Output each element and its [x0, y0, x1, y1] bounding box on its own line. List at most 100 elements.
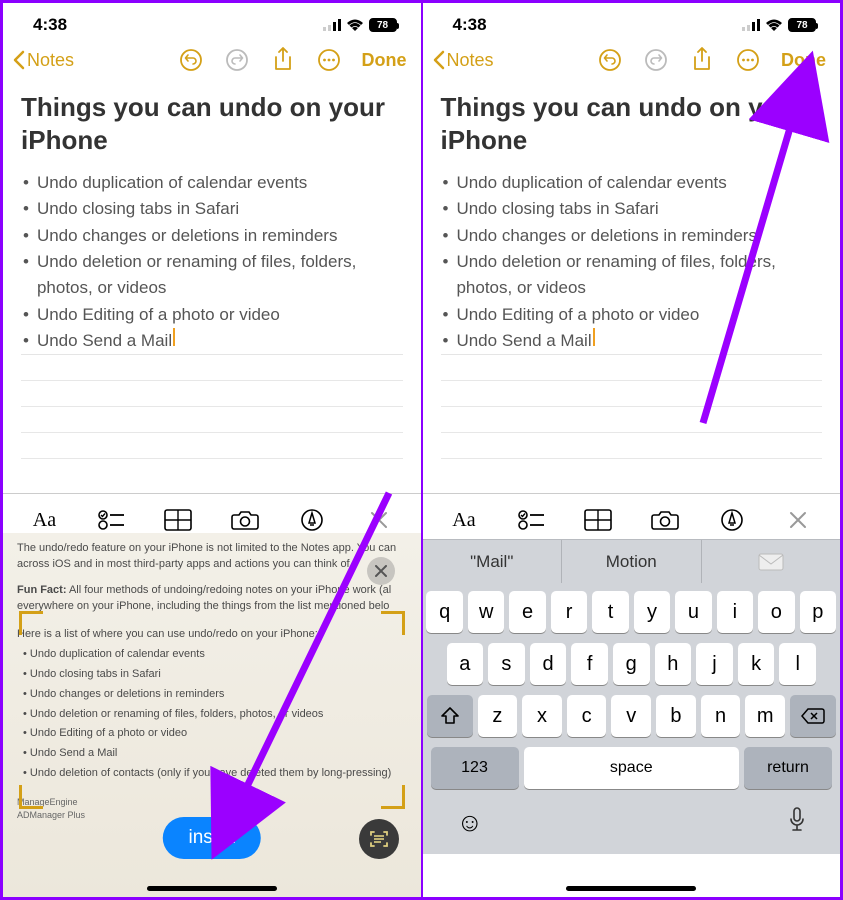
ruled-line[interactable]: [21, 407, 403, 433]
home-indicator[interactable]: [147, 886, 277, 891]
key-m[interactable]: m: [745, 695, 785, 737]
emoji-key[interactable]: ☺: [457, 807, 484, 838]
ruled-line[interactable]: [441, 433, 823, 459]
key-k[interactable]: k: [738, 643, 775, 685]
close-scan-button[interactable]: [367, 557, 395, 585]
ruled-line[interactable]: [21, 381, 403, 407]
bullet-item[interactable]: Undo changes or deletions in reminders: [441, 223, 823, 249]
suggestion-2[interactable]: Motion: [562, 540, 702, 583]
bullet-item[interactable]: Undo Editing of a photo or video: [441, 302, 823, 328]
markup-button[interactable]: [712, 504, 752, 536]
camera-button[interactable]: [645, 504, 685, 536]
note-editor[interactable]: Things you can undo on your iPhone Undo …: [423, 81, 841, 459]
bullet-item[interactable]: Undo Editing of a photo or video: [21, 302, 403, 328]
shift-key[interactable]: [427, 695, 473, 737]
table-button[interactable]: [158, 504, 198, 536]
key-q[interactable]: q: [426, 591, 462, 633]
table-button[interactable]: [578, 504, 618, 536]
share-button[interactable]: [689, 47, 715, 73]
key-h[interactable]: h: [655, 643, 692, 685]
live-text-button[interactable]: [359, 819, 399, 859]
key-y[interactable]: y: [634, 591, 670, 633]
key-f[interactable]: f: [571, 643, 608, 685]
bullet-item[interactable]: Undo deletion or renaming of files, fold…: [21, 249, 403, 302]
suggestion-3[interactable]: [702, 540, 841, 583]
key-e[interactable]: e: [509, 591, 545, 633]
nav-bar: Notes Done: [423, 39, 841, 81]
status-time: 4:38: [453, 15, 487, 35]
more-button[interactable]: [316, 47, 342, 73]
bullet-item[interactable]: Undo changes or deletions in reminders: [21, 223, 403, 249]
keyboard-row-1: q w e r t y u i o p: [427, 591, 837, 633]
key-j[interactable]: j: [696, 643, 733, 685]
key-a[interactable]: a: [447, 643, 484, 685]
key-o[interactable]: o: [758, 591, 794, 633]
return-key[interactable]: return: [744, 747, 832, 789]
done-button[interactable]: Done: [362, 50, 407, 71]
bullet-item[interactable]: Undo duplication of calendar events: [21, 170, 403, 196]
note-title[interactable]: Things you can undo on your iPhone: [21, 91, 403, 156]
key-i[interactable]: i: [717, 591, 753, 633]
live-text-icon: [368, 828, 390, 850]
key-p[interactable]: p: [800, 591, 836, 633]
ruled-line[interactable]: [21, 433, 403, 459]
key-u[interactable]: u: [675, 591, 711, 633]
bullet-item-active[interactable]: Undo Send a Mail: [441, 328, 823, 355]
insert-button[interactable]: insert: [163, 817, 261, 859]
nav-bar: Notes Done: [3, 39, 421, 81]
key-z[interactable]: z: [478, 695, 518, 737]
markup-button[interactable]: [292, 504, 332, 536]
bullet-item[interactable]: Undo closing tabs in Safari: [441, 196, 823, 222]
key-c[interactable]: c: [567, 695, 607, 737]
key-d[interactable]: d: [530, 643, 567, 685]
more-button[interactable]: [735, 47, 761, 73]
numbers-key[interactable]: 123: [431, 747, 519, 789]
key-v[interactable]: v: [611, 695, 651, 737]
undo-button[interactable]: [597, 47, 623, 73]
home-indicator[interactable]: [566, 886, 696, 891]
text-format-button[interactable]: Aa: [444, 504, 484, 536]
key-t[interactable]: t: [592, 591, 628, 633]
checklist-button[interactable]: [91, 504, 131, 536]
key-w[interactable]: w: [468, 591, 504, 633]
key-r[interactable]: r: [551, 591, 587, 633]
space-key[interactable]: space: [524, 747, 740, 789]
bullet-item[interactable]: Undo duplication of calendar events: [441, 170, 823, 196]
back-button[interactable]: Notes: [431, 50, 494, 71]
key-b[interactable]: b: [656, 695, 696, 737]
status-indicators: 78: [742, 18, 816, 32]
key-g[interactable]: g: [613, 643, 650, 685]
key-n[interactable]: n: [701, 695, 741, 737]
suggestion-1[interactable]: "Mail": [423, 540, 563, 583]
undo-icon: [598, 48, 622, 72]
cellular-icon: [742, 19, 760, 31]
done-button[interactable]: Done: [781, 50, 826, 71]
back-button[interactable]: Notes: [11, 50, 74, 71]
dictation-key[interactable]: [788, 807, 806, 838]
key-s[interactable]: s: [488, 643, 525, 685]
note-title[interactable]: Things you can undo on your iPhone: [441, 91, 823, 156]
scan-preview-text: The undo/redo feature on your iPhone is …: [17, 541, 407, 822]
undo-button[interactable]: [178, 47, 204, 73]
keyboard-row-3: z x c v b n m: [427, 695, 837, 737]
checklist-icon: [98, 509, 124, 531]
ruled-line[interactable]: [441, 381, 823, 407]
bullet-item[interactable]: Undo closing tabs in Safari: [21, 196, 403, 222]
close-toolbar-button[interactable]: [778, 504, 818, 536]
ruled-line[interactable]: [441, 355, 823, 381]
bullet-item-active[interactable]: Undo Send a Mail: [21, 328, 403, 355]
note-editor[interactable]: Things you can undo on your iPhone Undo …: [3, 81, 421, 459]
mic-icon: [788, 807, 806, 833]
share-button[interactable]: [270, 47, 296, 73]
backspace-key[interactable]: [790, 695, 836, 737]
text-format-button[interactable]: Aa: [24, 504, 64, 536]
key-l[interactable]: l: [779, 643, 816, 685]
ruled-line[interactable]: [21, 355, 403, 381]
checklist-button[interactable]: [511, 504, 551, 536]
status-time: 4:38: [33, 15, 67, 35]
camera-button[interactable]: [225, 504, 265, 536]
bullet-item[interactable]: Undo deletion or renaming of files, fold…: [441, 249, 823, 302]
close-toolbar-button[interactable]: [359, 504, 399, 536]
key-x[interactable]: x: [522, 695, 562, 737]
ruled-line[interactable]: [441, 407, 823, 433]
